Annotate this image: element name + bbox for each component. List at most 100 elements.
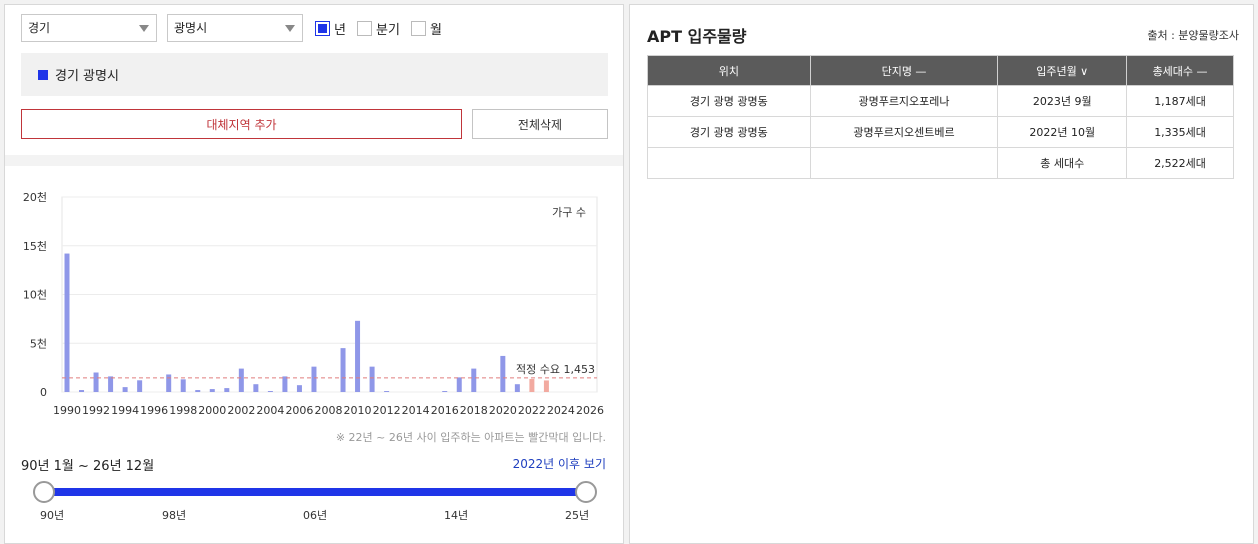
bar-2021	[514, 384, 520, 392]
table-header-row: 위치 단지명 — 입주년월 ∨ 총세대수 —	[647, 55, 1234, 86]
x-tick-label: 2010	[344, 404, 372, 417]
x-tick-label: 2000	[198, 404, 226, 417]
period-quarter-label: 분기	[376, 23, 400, 38]
x-tick-label: 2016	[431, 404, 459, 417]
range-end-handle[interactable]	[575, 481, 597, 503]
x-tick-label: 1996	[140, 404, 168, 417]
bar-2010	[355, 320, 361, 392]
period-month-option[interactable]: 월	[411, 19, 442, 38]
bar-2003	[253, 384, 259, 392]
checkbox-icon[interactable]	[357, 21, 372, 36]
y-tick-label: 10천	[23, 288, 47, 302]
add-alt-region-button[interactable]: 대체지역 추가	[21, 109, 462, 139]
bar-2004	[267, 391, 273, 392]
bar-2018	[471, 368, 477, 392]
bar-2007	[311, 366, 317, 392]
selected-region-label: 경기 광명시	[55, 69, 119, 84]
bar-1991	[79, 390, 85, 392]
slider-tick-label: 14년	[444, 509, 469, 522]
table-row: 경기 광명 광명동 광명푸르지오포레나 2023년 9월 1,187세대	[647, 85, 1234, 117]
x-tick-label: 1990	[53, 404, 81, 417]
bar-2002	[238, 368, 244, 392]
x-tick-label: 2020	[489, 404, 517, 417]
range-label: 90년 1월 ~ 26년 12월	[21, 459, 155, 474]
bar-2022	[529, 378, 535, 392]
bar-1997	[166, 374, 172, 392]
slider-tick-label: 06년	[303, 509, 328, 522]
range-slider-track[interactable]	[45, 488, 587, 496]
left-panel: 경기 광명시 년 분기 월 경기 광명시 대체지역 추가 전체삭제 20천 15천…	[4, 4, 624, 544]
city-select[interactable]: 광명시	[167, 14, 303, 42]
view-after-2022-link[interactable]: 2022년 이후 보기	[513, 455, 606, 472]
col-complex-name[interactable]: 단지명 —	[809, 55, 999, 86]
cell-total-units: 1,335세대	[1126, 116, 1234, 148]
cell-move-in-date: 2022년 10월	[997, 116, 1128, 148]
chart-bars	[64, 253, 549, 392]
bar-1993	[108, 376, 114, 392]
right-panel: APT 입주물량 출처 : 분양물량조사 위치 단지명 — 입주년월 ∨ 총세대…	[629, 4, 1254, 544]
supply-bar-chart: 20천15천10천5천0 1990 1992 1994 1996 1998 2000 200…	[23, 190, 604, 417]
y-tick-label: 0	[40, 386, 47, 399]
y-tick-label: 5천	[30, 336, 47, 350]
x-tick-label: 1994	[111, 404, 139, 417]
cell-location: 경기 광명 광명동	[647, 116, 811, 148]
period-month-label: 월	[430, 23, 442, 38]
slider-tick-label: 90년	[40, 509, 65, 522]
bar-1994	[122, 387, 128, 392]
x-tick-label: 2012	[373, 404, 401, 417]
cell-total-value: 2,522세대	[1126, 147, 1234, 179]
chevron-down-icon	[285, 25, 295, 32]
period-year-option[interactable]: 년	[315, 19, 346, 38]
bar-2000	[209, 389, 215, 392]
section-divider	[5, 155, 623, 166]
delete-all-button[interactable]: 전체삭제	[472, 109, 608, 139]
table-total-row: 총 세대수 2,522세대	[647, 147, 1234, 179]
cell-total-units: 1,187세대	[1126, 85, 1234, 117]
period-quarter-option[interactable]: 분기	[357, 19, 400, 38]
province-value: 경기	[28, 21, 51, 35]
x-tick-label: 2024	[547, 404, 575, 417]
bar-1999	[195, 390, 201, 392]
y-axis-ticks: 20천 15천 10천 5천 0	[23, 190, 47, 399]
cell-complex-name: 광명푸르지오포레나	[809, 85, 999, 117]
slider-tick-label: 25년	[565, 509, 590, 522]
chart-legend: 가구 수	[552, 206, 586, 219]
bar-2012	[384, 391, 390, 392]
col-total-units[interactable]: 총세대수 —	[1126, 55, 1234, 86]
x-tick-label: 2014	[402, 404, 430, 417]
region-color-square-icon	[38, 69, 48, 80]
x-tick-label: 2022	[518, 404, 546, 417]
bar-2023	[543, 380, 549, 392]
col-location: 위치	[647, 55, 811, 86]
x-tick-label: 2006	[285, 404, 313, 417]
selected-region-bar: 경기 광명시	[21, 53, 608, 96]
page-title: APT 입주물량	[647, 27, 747, 46]
bar-2009	[340, 348, 346, 392]
bar-2006	[296, 385, 302, 392]
x-tick-label: 1992	[82, 404, 110, 417]
table-row: 경기 광명 광명동 광명푸르지오센트베르 2022년 10월 1,335세대	[647, 116, 1234, 148]
province-select[interactable]: 경기	[21, 14, 157, 42]
x-axis-ticks: 1990 1992 1994 1996 1998 2000 2002 2004 2006 2008…	[53, 404, 604, 417]
bar-2001	[224, 388, 230, 392]
range-start-handle[interactable]	[33, 481, 55, 503]
demand-reference-label: 적정 수요 1,453	[516, 363, 595, 376]
y-tick-label: 15천	[23, 239, 47, 253]
x-tick-label: 2008	[315, 404, 343, 417]
col-move-in-date[interactable]: 입주년월 ∨	[997, 55, 1128, 86]
checkbox-icon[interactable]	[411, 21, 426, 36]
source-label: 출처 : 분양물량조사	[1147, 29, 1239, 42]
x-tick-label: 2004	[256, 404, 284, 417]
cell-total-label: 총 세대수	[997, 147, 1128, 179]
checkbox-icon[interactable]	[315, 21, 330, 36]
bar-2011	[369, 366, 375, 392]
bar-2005	[282, 376, 288, 392]
bar-1998	[180, 379, 186, 392]
cell-location: 경기 광명 광명동	[647, 85, 811, 117]
x-tick-label: 2002	[227, 404, 255, 417]
chevron-down-icon	[139, 25, 149, 32]
period-year-label: 년	[334, 23, 346, 38]
bar-2017	[456, 377, 462, 392]
bar-1995	[137, 380, 143, 392]
supply-table: 위치 단지명 — 입주년월 ∨ 총세대수 — 경기 광명 광명동 광명푸르지오포…	[647, 55, 1234, 179]
